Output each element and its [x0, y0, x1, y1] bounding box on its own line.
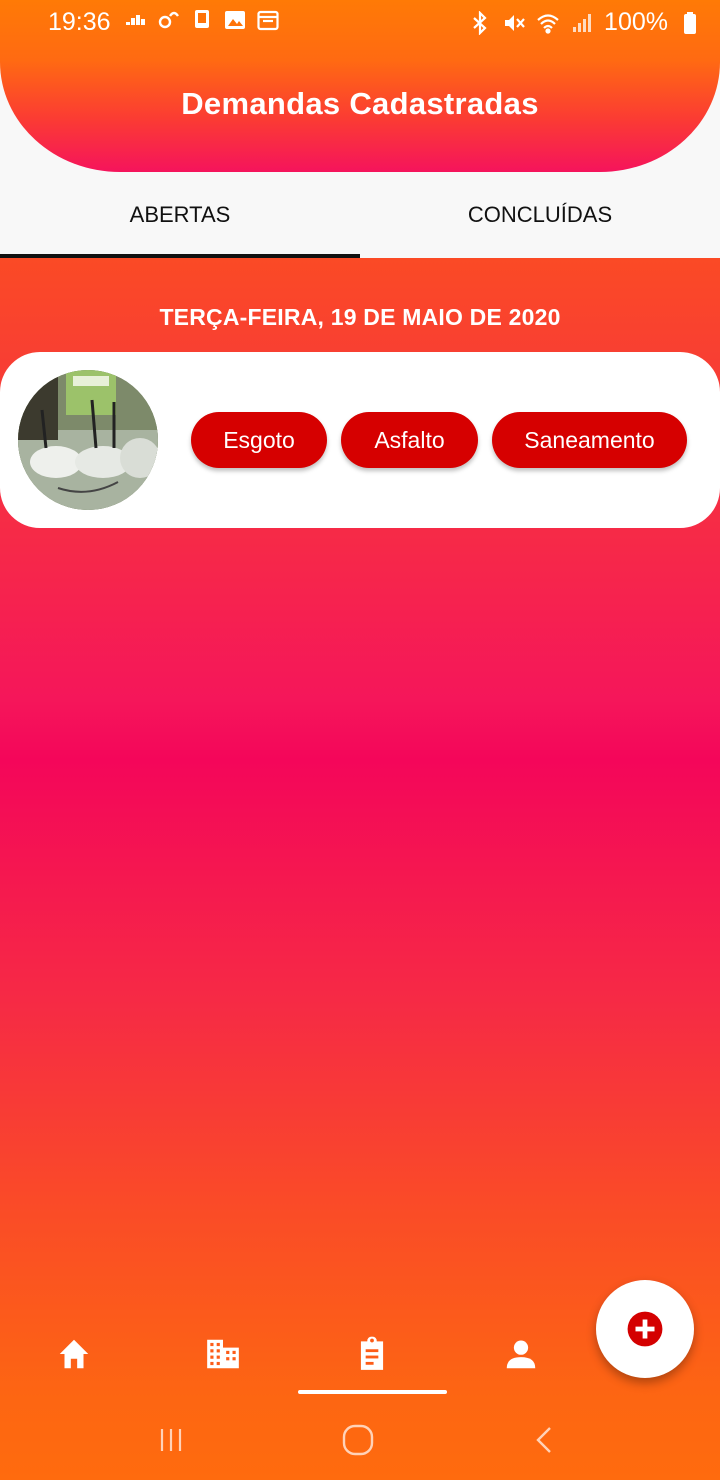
tab-abertas[interactable]: ABERTAS: [0, 176, 360, 258]
recent-apps-button[interactable]: [146, 1420, 196, 1460]
status-time: 19:36: [48, 8, 111, 36]
page-title: Demandas Cadastradas: [181, 86, 539, 121]
tag-chip[interactable]: Esgoto: [191, 412, 327, 468]
tag-chip[interactable]: Asfalto: [341, 412, 478, 468]
image-icon: [225, 11, 245, 29]
status-system-icons: 100%: [468, 8, 702, 37]
cast-icon: [195, 10, 209, 28]
date-heading: TERÇA-FEIRA, 19 DE MAIO DE 2020: [159, 304, 561, 330]
active-nav-indicator: [298, 1390, 447, 1394]
nav-buildings[interactable]: [193, 1326, 253, 1382]
clipboard-icon: [360, 1336, 384, 1370]
back-icon: [536, 1427, 551, 1453]
tab-abertas-label: ABERTAS: [129, 202, 231, 227]
home-button[interactable]: [333, 1420, 383, 1460]
person-icon: [506, 1340, 536, 1369]
status-bar: 19:36 100%: [0, 0, 720, 44]
calendar-icon: [257, 10, 279, 31]
tag-chip[interactable]: Saneamento: [492, 412, 687, 468]
status-notification-icons: [124, 8, 280, 32]
signal-icon: [573, 13, 592, 32]
back-button[interactable]: [520, 1420, 570, 1460]
app-header: 19:36 100% Demandas Cadastradas ABERTAS …: [0, 0, 720, 258]
nav-home[interactable]: [44, 1326, 104, 1382]
wifi-icon: [537, 13, 559, 34]
bluetooth-icon: [473, 10, 487, 35]
building-icon: [207, 1339, 239, 1369]
nav-demands[interactable]: [342, 1326, 402, 1382]
nav-profile[interactable]: [491, 1326, 551, 1382]
recent-apps-icon: [160, 1429, 182, 1451]
demand-card[interactable]: Esgoto Asfalto Saneamento: [0, 352, 720, 528]
battery-icon: [684, 11, 696, 34]
chat-icon: [158, 11, 179, 29]
tab-bar: ABERTAS CONCLUÍDAS: [0, 176, 720, 258]
add-demand-button[interactable]: [596, 1280, 694, 1378]
equalizer-icon: [126, 15, 145, 25]
demand-photo: [18, 370, 158, 510]
battery-percentage: 100%: [604, 8, 668, 36]
add-circle-icon: [627, 1311, 663, 1347]
home-icon: [59, 1339, 89, 1369]
mute-icon: [505, 14, 525, 31]
home-circle-icon: [342, 1424, 374, 1456]
tab-concluidas[interactable]: CONCLUÍDAS: [360, 176, 720, 258]
tab-concluidas-label: CONCLUÍDAS: [467, 202, 613, 227]
